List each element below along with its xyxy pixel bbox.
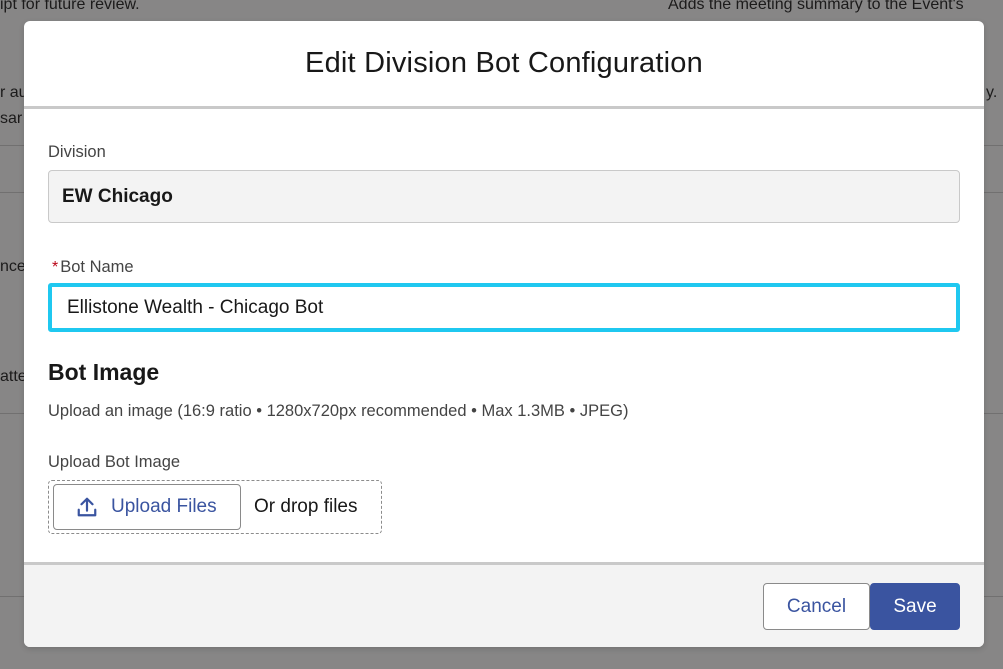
- upload-files-button[interactable]: Upload Files: [53, 484, 241, 530]
- required-marker: *: [52, 258, 59, 276]
- modal-title: Edit Division Bot Configuration: [305, 47, 703, 79]
- file-dropzone[interactable]: Upload Files Or drop files: [48, 480, 382, 534]
- bot-image-heading: Bot Image: [48, 359, 160, 385]
- upload-bot-image-label: Upload Bot Image: [48, 453, 181, 471]
- bot-name-input[interactable]: [48, 283, 960, 332]
- division-label: Division: [48, 143, 106, 161]
- bot-image-help-text: Upload an image (16:9 ratio • 1280x720px…: [48, 402, 629, 420]
- bot-name-label: * Bot Name: [48, 258, 134, 277]
- division-field: EW Chicago: [48, 170, 960, 223]
- bot-name-label-text: Bot Name: [60, 258, 134, 276]
- upload-icon: [77, 497, 97, 517]
- drop-files-text: Or drop files: [254, 496, 358, 517]
- upload-files-label: Upload Files: [111, 496, 217, 517]
- save-button[interactable]: Save: [870, 583, 960, 630]
- modal-header: Edit Division Bot Configuration: [24, 21, 984, 109]
- modal-footer: Cancel Save: [24, 562, 984, 647]
- cancel-button[interactable]: Cancel: [763, 583, 870, 630]
- edit-bot-config-modal: Edit Division Bot Configuration Division…: [24, 21, 984, 647]
